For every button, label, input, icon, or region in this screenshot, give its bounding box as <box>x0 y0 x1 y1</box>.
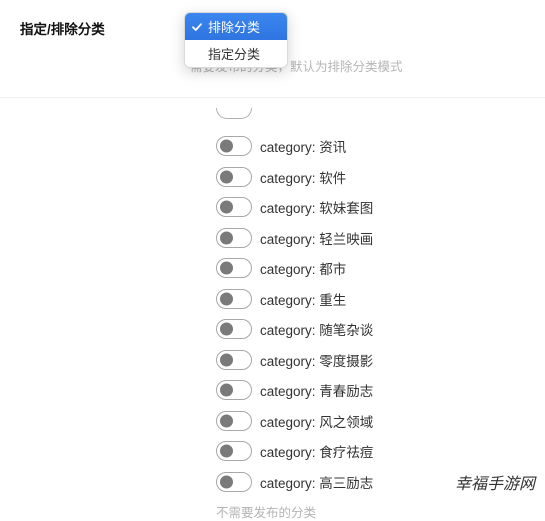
toggle[interactable] <box>216 197 252 217</box>
toggle-knob <box>220 201 233 214</box>
toggle[interactable] <box>216 258 252 278</box>
field-label: 指定/排除分类 <box>20 18 190 38</box>
check-icon <box>191 21 203 33</box>
dropdown-option-label: 指定分类 <box>208 44 260 63</box>
toggle-knob <box>220 414 233 427</box>
category-row: category: 食疗祛痘 <box>216 441 545 461</box>
category-row: category: 软件 <box>216 167 545 187</box>
category-label: category: 零度摄影 <box>260 350 373 370</box>
field-control: 排除分类 指定分类 需要发布的分类，默认为排除分类模式 <box>190 18 525 75</box>
toggle[interactable] <box>216 472 252 492</box>
category-label: category: 随笔杂谈 <box>260 319 373 339</box>
watermark: 幸福手游网 <box>455 470 535 494</box>
category-label: category: 都市 <box>260 258 346 278</box>
category-row: category: 轻兰映画 <box>216 228 545 248</box>
toggle[interactable] <box>216 441 252 461</box>
category-row: category: 软妹套图 <box>216 197 545 217</box>
category-row: category: 都市 <box>216 258 545 278</box>
dropdown-menu: 排除分类 指定分类 <box>184 12 288 68</box>
toggle[interactable] <box>216 380 252 400</box>
dropdown-option-label: 排除分类 <box>208 17 260 36</box>
partial-row <box>216 108 545 126</box>
toggle[interactable] <box>216 319 252 339</box>
category-label: category: 高三励志 <box>260 472 373 492</box>
category-row: category: 青春励志 <box>216 380 545 400</box>
dropdown-option-include[interactable]: 指定分类 <box>185 40 287 67</box>
category-row: category: 资讯 <box>216 136 545 156</box>
category-label: category: 重生 <box>260 289 346 309</box>
category-filter-row: 指定/排除分类 排除分类 指定分类 需要发布的分类，默认为排除分类模式 <box>0 0 545 98</box>
toggle[interactable] <box>216 167 252 187</box>
category-row: category: 零度摄影 <box>216 350 545 370</box>
category-label: category: 软件 <box>260 167 346 187</box>
check-placeholder <box>191 48 203 60</box>
toggle[interactable] <box>216 228 252 248</box>
category-label: category: 软妹套图 <box>260 197 373 217</box>
toggle-knob <box>220 292 233 305</box>
category-row: category: 随笔杂谈 <box>216 319 545 339</box>
category-label: category: 轻兰映画 <box>260 228 373 248</box>
toggle-knob <box>220 231 233 244</box>
category-row: category: 重生 <box>216 289 545 309</box>
toggle[interactable] <box>216 411 252 431</box>
toggle-knob <box>220 475 233 488</box>
category-label: category: 资讯 <box>260 136 346 156</box>
toggle-knob <box>220 384 233 397</box>
toggle[interactable] <box>216 350 252 370</box>
dropdown-option-exclude[interactable]: 排除分类 <box>185 13 287 40</box>
toggle-knob <box>220 445 233 458</box>
bottom-help: 不需要发布的分类 <box>216 502 545 521</box>
toggle-knob <box>220 140 233 153</box>
category-row: category: 风之领域 <box>216 411 545 431</box>
toggle[interactable] <box>216 136 252 156</box>
category-list: category: 资讯 category: 软件 category: 软妹套图 ca… <box>0 98 545 492</box>
toggle-partial <box>216 108 252 119</box>
category-label: category: 风之领域 <box>260 411 373 431</box>
toggle-knob <box>220 170 233 183</box>
toggle-knob <box>220 353 233 366</box>
category-label: category: 食疗祛痘 <box>260 441 373 461</box>
toggle-knob <box>220 323 233 336</box>
toggle-knob <box>220 262 233 275</box>
toggle[interactable] <box>216 289 252 309</box>
category-label: category: 青春励志 <box>260 380 373 400</box>
